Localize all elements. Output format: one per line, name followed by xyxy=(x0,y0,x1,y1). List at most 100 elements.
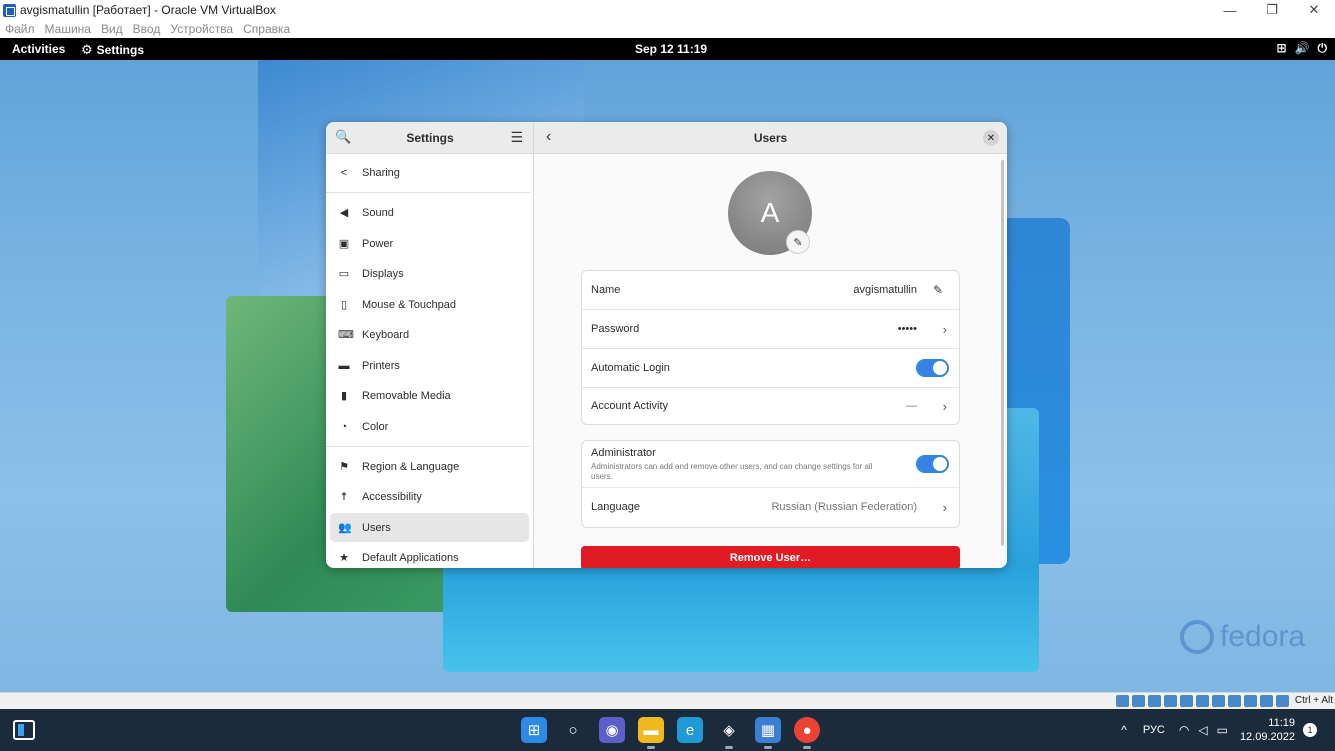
administrator-toggle[interactable] xyxy=(916,455,949,473)
sidebar-item-label: Keyboard xyxy=(362,328,410,341)
widgets-icon[interactable] xyxy=(13,720,35,740)
speaker-icon: ◀ xyxy=(339,207,349,219)
cpu-icon[interactable] xyxy=(1244,695,1257,707)
user-details-card: Name avgismatullin ✎ Password ••••• › Au… xyxy=(581,270,960,425)
network-icon: ⊞ xyxy=(1276,41,1287,55)
sidebar-item-removable-media[interactable]: ▮ Removable Media xyxy=(330,381,529,410)
display-icon[interactable] xyxy=(1212,695,1225,707)
usb-icon[interactable] xyxy=(1180,695,1193,707)
menu-devices[interactable]: Устройства xyxy=(170,22,233,36)
taskbar-apps: ⊞ ○ ◉ ▬ e ◈ ▦ ● xyxy=(521,717,820,749)
close-icon[interactable]: ✕ xyxy=(983,130,999,146)
edit-name-icon[interactable]: ✎ xyxy=(933,283,943,297)
vbox-titlebar: avgismatullin [Работает] - Oracle VM Vir… xyxy=(0,0,1335,20)
fedora-logo: fedora xyxy=(1180,620,1305,654)
sidebar-item-sound[interactable]: ◀ Sound xyxy=(330,198,529,227)
system-tray[interactable]: ⊞ 🔊 ⏻ xyxy=(1276,41,1327,56)
menu-input[interactable]: Ввод xyxy=(133,22,161,36)
language-value: Russian (Russian Federation) xyxy=(771,501,917,513)
taskbar-date: 12.09.2022 xyxy=(1239,731,1295,743)
restore-icon[interactable]: ❐ xyxy=(1251,0,1293,20)
automatic-login-label: Automatic Login xyxy=(591,362,670,374)
administrator-label: Administrator xyxy=(591,447,656,459)
chevron-up-icon[interactable]: ^ xyxy=(1121,723,1127,737)
wifi-icon: ◠ xyxy=(1178,723,1190,737)
optical-drive-icon[interactable] xyxy=(1132,695,1145,707)
gnome-topbar: Activities ⚙ Settings Sep 12 11:19 ⊞ 🔊 ⏻ xyxy=(0,38,1335,60)
search-icon[interactable]: ○ xyxy=(560,717,586,743)
sidebar-item-accessibility[interactable]: ☨ Accessibility xyxy=(330,482,529,511)
app-menu[interactable]: ⚙ Settings xyxy=(81,42,144,58)
virtualbox-vm-icon[interactable]: ▦ xyxy=(755,717,781,749)
teams-chat-icon[interactable]: ◉ xyxy=(599,717,625,743)
keyboard-capture-icon[interactable] xyxy=(1276,695,1289,707)
panel-title: Users xyxy=(753,131,788,145)
network-adapter-icon[interactable] xyxy=(1164,695,1177,707)
account-activity-row[interactable]: Account Activity — › xyxy=(582,387,959,425)
sidebar-item-printers[interactable]: ▬ Printers xyxy=(330,351,529,380)
windows-start-icon[interactable]: ⊞ xyxy=(521,717,547,743)
users-panel: A ✎ Name avgismatullin ✎ Password ••••• … xyxy=(534,154,1007,568)
sidebar-item-mouse[interactable]: ▯ Mouse & Touchpad xyxy=(330,290,529,319)
menu-file[interactable]: Файл xyxy=(5,22,35,36)
sidebar-item-users[interactable]: 👥 Users xyxy=(330,513,529,542)
media-icon: ▮ xyxy=(340,390,348,402)
permissions-card: Administrator Administrators can add and… xyxy=(581,440,960,528)
mouse-icon: ▯ xyxy=(340,299,348,311)
keyboard-icon: ⌨ xyxy=(338,329,354,341)
sidebar-item-region[interactable]: ⚑ Region & Language xyxy=(330,452,529,481)
administrator-description: Administrators can add and remove other … xyxy=(591,462,873,481)
sidebar-divider xyxy=(326,446,530,447)
scrollbar[interactable] xyxy=(1001,160,1004,546)
account-activity-value: — xyxy=(906,400,917,412)
window-title: avgismatullin [Работает] - Oracle VM Vir… xyxy=(20,3,276,17)
edit-avatar-icon[interactable]: ✎ xyxy=(786,230,810,254)
fedora-logo-text: fedora xyxy=(1220,620,1306,653)
minimize-icon[interactable]: — xyxy=(1209,0,1251,20)
password-value: ••••• xyxy=(897,323,917,335)
vbox-statusbar: Ctrl + Alt xyxy=(0,692,1335,709)
system-icons[interactable]: ◠ ◁ ▭ xyxy=(1179,723,1228,737)
gear-icon: ⚙ xyxy=(81,42,93,57)
chrome-icon[interactable]: ● xyxy=(794,717,820,749)
hdd-icon[interactable] xyxy=(1116,695,1129,707)
language-row[interactable]: Language Russian (Russian Federation) › xyxy=(582,488,959,526)
mouse-integration-icon[interactable] xyxy=(1260,695,1273,707)
file-explorer-icon[interactable]: ▬ xyxy=(638,717,664,749)
sidebar-divider xyxy=(326,192,530,193)
app-menu-label: Settings xyxy=(96,43,144,57)
edge-icon[interactable]: e xyxy=(677,717,703,743)
audio-icon[interactable] xyxy=(1148,695,1161,707)
password-row[interactable]: Password ••••• › xyxy=(582,310,959,348)
input-language[interactable]: РУС xyxy=(1143,724,1165,736)
windows-taskbar: ⊞ ○ ◉ ▬ e ◈ ▦ ● ^ РУС ◠ ◁ ▭ 11:19 12.09.… xyxy=(0,709,1335,751)
sidebar-item-displays[interactable]: ▭ Displays xyxy=(330,259,529,288)
sidebar-item-keyboard[interactable]: ⌨ Keyboard xyxy=(330,320,529,349)
avatar-letter: A xyxy=(760,197,780,228)
menu-machine[interactable]: Машина xyxy=(45,22,91,36)
users-icon: 👥 xyxy=(338,522,352,534)
menu-view[interactable]: Вид xyxy=(101,22,123,36)
close-window-icon[interactable]: ✕ xyxy=(1293,0,1335,20)
taskbar-clock[interactable]: 11:19 12.09.2022 xyxy=(1240,716,1295,744)
clock[interactable]: Sep 12 11:19 xyxy=(635,42,707,56)
shared-folders-icon[interactable] xyxy=(1196,695,1209,707)
menu-help[interactable]: Справка xyxy=(243,22,290,36)
sidebar-title: Settings xyxy=(406,131,454,145)
recording-icon[interactable] xyxy=(1228,695,1241,707)
activities-button[interactable]: Activities xyxy=(12,42,65,56)
sidebar-item-sharing[interactable]: < Sharing xyxy=(330,158,529,187)
virtualbox-manager-icon[interactable]: ◈ xyxy=(716,717,742,749)
chevron-right-icon: › xyxy=(942,398,947,414)
sidebar-item-default-apps[interactable]: ★ Default Applications xyxy=(330,543,529,568)
automatic-login-toggle[interactable] xyxy=(916,359,949,377)
vbox-status-icons xyxy=(1116,695,1289,707)
sidebar-item-color[interactable]: ◔ Color xyxy=(330,412,529,441)
window-controls: — ❐ ✕ xyxy=(1209,0,1335,20)
remove-user-button[interactable]: Remove User… xyxy=(581,546,960,568)
sidebar-item-power[interactable]: ▣ Power xyxy=(330,229,529,258)
printer-icon: ▬ xyxy=(338,359,350,372)
notification-badge[interactable]: 1 xyxy=(1303,723,1317,737)
hamburger-menu-icon[interactable]: ☰ xyxy=(510,129,523,146)
password-label: Password xyxy=(591,323,640,335)
